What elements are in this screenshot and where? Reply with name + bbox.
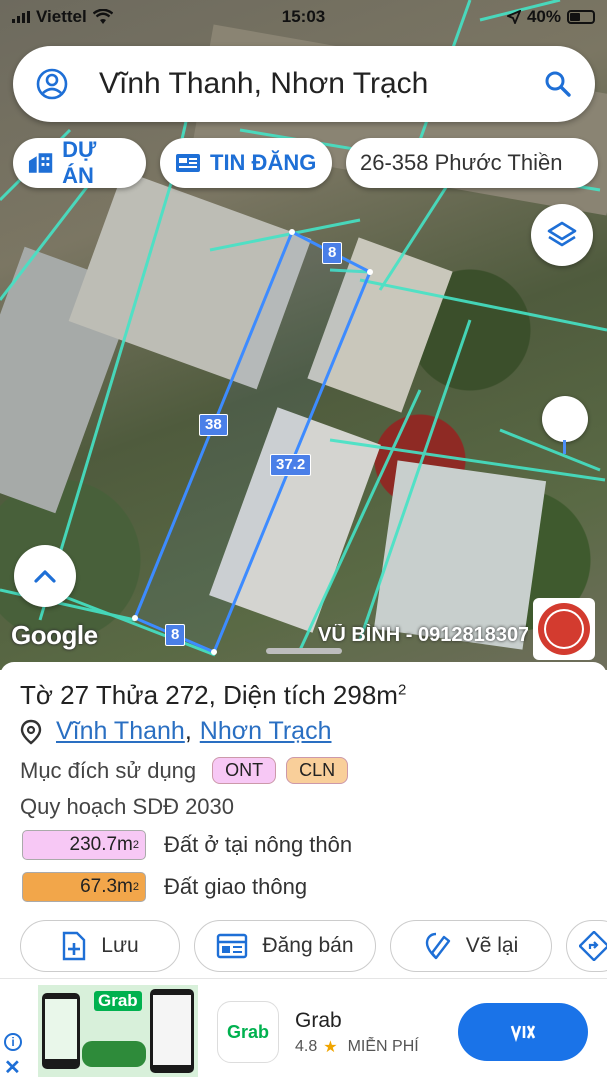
directions-button[interactable] [566, 920, 607, 972]
ad-install-button[interactable] [458, 1003, 588, 1061]
watermark-text: VŨ BÌNH - 0912818307 [318, 624, 528, 646]
location-separator: , [184, 717, 192, 745]
parcel-title: Tờ 27 Thửa 272, Diện tích 298m2 [20, 680, 406, 711]
save-button[interactable]: Lưu [20, 920, 180, 972]
area-row-transport: 67.3m 2 Đất giao thông [22, 872, 307, 902]
listings-chip-label: TIN ĐĂNG [210, 150, 317, 175]
post-for-sale-label: Đăng bán [262, 934, 354, 957]
ad-banner[interactable]: i ✕ Grab Grab Grab 4.8 ★ MIỄN PHÍ [0, 978, 607, 1080]
listings-chip[interactable]: TIN ĐĂNG [160, 138, 332, 188]
ad-rating: 4.8 [295, 1038, 318, 1055]
area-value: 230.7m [69, 834, 133, 855]
status-bar: Viettel 15:03 40% [0, 0, 607, 34]
opacity-slider-knob[interactable] [542, 396, 588, 442]
purpose-tag-ont: ONT [212, 757, 277, 784]
location-arrow-icon [506, 10, 521, 24]
area-value-box: 67.3m 2 [22, 872, 146, 902]
area-value-sup: 2 [132, 839, 139, 851]
grab-logo-text: Grab [226, 1021, 269, 1042]
buildings-icon [28, 153, 53, 173]
expand-button[interactable] [14, 545, 76, 607]
account-icon[interactable] [35, 67, 69, 101]
search-bar[interactable]: Vĩnh Thanh, Nhơn Trạch [13, 46, 595, 122]
agent-stamp [533, 598, 595, 660]
purpose-tag-cln: CLN [286, 757, 349, 784]
edge-label-right: 37.2 [270, 454, 312, 476]
land-purpose-row: Mục đích sử dụng ONT CLN [20, 757, 349, 784]
listing-icon [217, 933, 248, 959]
star-icon: ★ [323, 1039, 338, 1056]
district-link[interactable]: Nhơn Trạch [200, 717, 332, 746]
projects-chip-label: DỰ ÁN [62, 137, 97, 188]
area-description: Đất giao thông [164, 874, 308, 899]
area-value-box: 230.7m 2 [22, 830, 146, 860]
install-glyph-icon [510, 1025, 536, 1042]
chevron-up-icon [34, 570, 56, 583]
add-document-icon [63, 931, 86, 961]
ad-creative-brand: Grab [94, 991, 142, 1011]
ad-info-icon[interactable]: i [4, 1033, 22, 1051]
edge-label-top: 8 [322, 242, 343, 264]
ad-close-icon[interactable]: ✕ [4, 1055, 21, 1080]
parcel-title-text: Tờ 27 Thửa 272, Diện tích 298m [20, 680, 398, 710]
plan-label: Quy hoạch SDĐ 2030 [20, 794, 235, 819]
ad-app-meta: 4.8 ★ MIỄN PHÍ [295, 1037, 419, 1057]
ad-app-name: Grab [295, 1009, 342, 1032]
opacity-slider-track[interactable] [563, 440, 566, 454]
commune-link[interactable]: Vĩnh Thanh [56, 717, 185, 746]
location-pin-icon [20, 719, 42, 745]
redraw-button[interactable]: Vẽ lại [390, 920, 552, 972]
layers-icon [547, 221, 577, 247]
area-value: 67.3m [80, 876, 133, 897]
edit-location-icon [425, 932, 450, 960]
ad-creative-image[interactable]: Grab [38, 985, 198, 1077]
search-icon[interactable] [543, 69, 573, 99]
sheet-drag-handle[interactable] [266, 648, 342, 654]
parcel-info-sheet: Tờ 27 Thửa 272, Diện tích 298m2 Vĩnh Tha… [0, 662, 607, 978]
redraw-button-label: Vẽ lại [465, 934, 519, 957]
purpose-label: Mục đích sử dụng [20, 757, 197, 783]
edge-label-left: 38 [199, 414, 228, 436]
address-chip-label: 26-358 Phước Thiền [360, 150, 563, 175]
grab-app-icon[interactable]: Grab [217, 1001, 279, 1063]
address-chip[interactable]: 26-358 Phước Thiền [346, 138, 598, 188]
parcel-location: Vĩnh Thanh, Nhơn Trạch [20, 717, 332, 746]
search-input[interactable]: Vĩnh Thanh, Nhơn Trạch [99, 67, 543, 101]
satellite-map[interactable]: 8 38 37.2 8 Viettel 15:03 40% Vĩnh Thanh… [0, 0, 607, 670]
post-for-sale-button[interactable]: Đăng bán [194, 920, 376, 972]
battery-icon [567, 10, 595, 24]
edge-label-bottom: 8 [165, 624, 186, 646]
ad-price: MIỄN PHÍ [347, 1038, 419, 1055]
layers-button[interactable] [531, 204, 593, 266]
save-button-label: Lưu [101, 934, 139, 957]
parcel-title-sup: 2 [397, 681, 407, 699]
battery-percent: 40% [526, 7, 561, 26]
area-row-residential: 230.7m 2 Đất ở tại nông thôn [22, 830, 352, 860]
directions-icon [579, 931, 607, 961]
area-value-sup: 2 [132, 881, 139, 893]
area-description: Đất ở tại nông thôn [164, 832, 353, 857]
newspaper-icon [176, 154, 200, 172]
google-logo: Google [11, 620, 98, 650]
projects-chip[interactable]: DỰ ÁN [13, 137, 146, 188]
